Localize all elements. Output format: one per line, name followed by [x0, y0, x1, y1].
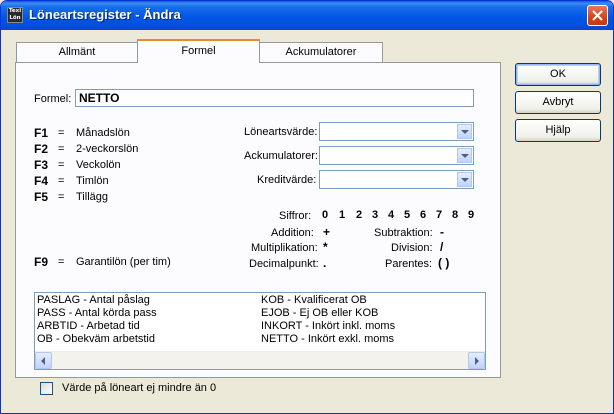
- close-button[interactable]: [587, 5, 608, 26]
- fkey-f3: F3: [34, 158, 49, 172]
- tab-allmant[interactable]: Allmänt: [16, 42, 138, 62]
- fkey-f4-desc: Timlön: [76, 175, 109, 187]
- chevron-down-icon[interactable]: [457, 148, 472, 163]
- multiplikation-symbol: *: [323, 240, 328, 254]
- fkey-f1-desc: Månadslön: [76, 127, 130, 139]
- fkey-f2: F2: [34, 142, 49, 156]
- formel-label: Formel:: [34, 93, 72, 105]
- list-item[interactable]: NETTO - Inkört exkl. moms: [261, 333, 394, 346]
- dialog-window: Texi Lön Löneartsregister - Ändra Allmän…: [0, 0, 614, 414]
- digit-9: 9: [468, 209, 475, 221]
- chevron-down-icon[interactable]: [457, 172, 472, 187]
- subtraktion-label: Subtraktion:: [374, 227, 433, 239]
- variable-list[interactable]: PASLAG - Antal påslag PASS - Antal körda…: [34, 292, 486, 370]
- decimalpunkt-symbol: .: [323, 256, 327, 270]
- fkey-f4: F4: [34, 174, 49, 188]
- fkey-f2-desc: 2-veckorslön: [76, 143, 139, 155]
- siffror-label: Siffror:: [279, 210, 312, 222]
- addition-label: Addition:: [271, 227, 314, 239]
- list-item[interactable]: INKORT - Inkört inkl. moms: [261, 320, 395, 333]
- list-item[interactable]: PASLAG - Antal påslag: [37, 294, 150, 307]
- tab-formel-label: Formel: [181, 45, 216, 57]
- fkey-f2-eq: =: [58, 143, 65, 155]
- chevron-down-icon[interactable]: [457, 124, 472, 139]
- scroll-right-icon[interactable]: [468, 352, 485, 369]
- digit-7: 7: [436, 209, 443, 221]
- ackumulatorer-select[interactable]: [319, 146, 474, 165]
- digit-0: 0: [322, 209, 329, 221]
- hjalp-button[interactable]: Hjälp: [515, 119, 601, 142]
- min-zero-checkbox-label[interactable]: Värde på löneart ej mindre än 0: [62, 382, 216, 394]
- fkey-f1-eq: =: [58, 127, 65, 139]
- multiplikation-label: Multiplikation:: [251, 242, 318, 254]
- formel-input[interactable]: NETTO: [75, 89, 474, 107]
- fkey-f9: F9: [34, 255, 49, 269]
- parentes-symbol: ( ): [438, 256, 450, 270]
- parentes-label: Parentes:: [385, 258, 433, 270]
- fkey-f3-desc: Veckolön: [76, 159, 121, 171]
- close-icon: [592, 10, 603, 21]
- kreditvarde-select[interactable]: [319, 170, 474, 189]
- fkey-f9-eq: =: [58, 256, 65, 268]
- loneartsvarde-label: Löneartsvärde:: [244, 126, 318, 138]
- list-item[interactable]: PASS - Antal körda pass: [37, 307, 157, 320]
- digit-1: 1: [339, 209, 346, 221]
- app-icon: Texi Lön: [7, 7, 23, 23]
- window-title: Löneartsregister - Ändra: [29, 7, 181, 22]
- fkey-f1: F1: [34, 126, 49, 140]
- digit-4: 4: [388, 209, 395, 221]
- digit-2: 2: [356, 209, 363, 221]
- digit-5: 5: [404, 209, 411, 221]
- horizontal-scrollbar[interactable]: [35, 351, 485, 369]
- tab-ackumulatorer-label: Ackumulatorer: [285, 46, 357, 58]
- list-item[interactable]: KOB - Kvalificerat OB: [261, 294, 367, 307]
- tab-ackumulatorer[interactable]: Ackumulatorer: [259, 42, 383, 62]
- decimalpunkt-label: Decimalpunkt:: [249, 258, 319, 270]
- digit-3: 3: [372, 209, 379, 221]
- fkey-f9-desc: Garantilön (per tim): [76, 256, 171, 268]
- min-zero-checkbox[interactable]: [40, 382, 53, 395]
- app-icon-text-top: Texi: [8, 8, 22, 14]
- fkey-f5-eq: =: [58, 191, 65, 203]
- division-label: Division:: [391, 242, 433, 254]
- title-bar[interactable]: Texi Lön Löneartsregister - Ändra: [1, 1, 613, 30]
- list-item[interactable]: OB - Obekväm arbetstid: [37, 333, 155, 346]
- tab-formel[interactable]: Formel: [137, 39, 260, 63]
- kreditvarde-label: Kreditvärde:: [257, 174, 317, 186]
- division-symbol: /: [440, 240, 444, 254]
- avbryt-button[interactable]: Avbryt: [515, 91, 601, 114]
- scroll-left-icon[interactable]: [35, 352, 52, 369]
- fkey-f4-eq: =: [58, 175, 65, 187]
- ackumulatorer-label: Ackumulatorer:: [244, 150, 318, 162]
- list-item[interactable]: ARBTID - Arbetad tid: [37, 320, 140, 333]
- fkey-f3-eq: =: [58, 159, 65, 171]
- digit-8: 8: [452, 209, 459, 221]
- subtraktion-symbol: -: [440, 225, 444, 239]
- list-item[interactable]: EJOB - Ej OB eller KOB: [261, 307, 378, 320]
- tab-allmant-label: Allmänt: [58, 46, 96, 58]
- fkey-f5: F5: [34, 190, 49, 204]
- fkey-f5-desc: Tillägg: [76, 191, 108, 203]
- loneartsvarde-select[interactable]: [319, 122, 474, 141]
- addition-symbol: +: [323, 225, 331, 239]
- app-icon-text-bottom: Lön: [9, 15, 21, 21]
- ok-button[interactable]: OK: [515, 63, 601, 86]
- digit-6: 6: [420, 209, 427, 221]
